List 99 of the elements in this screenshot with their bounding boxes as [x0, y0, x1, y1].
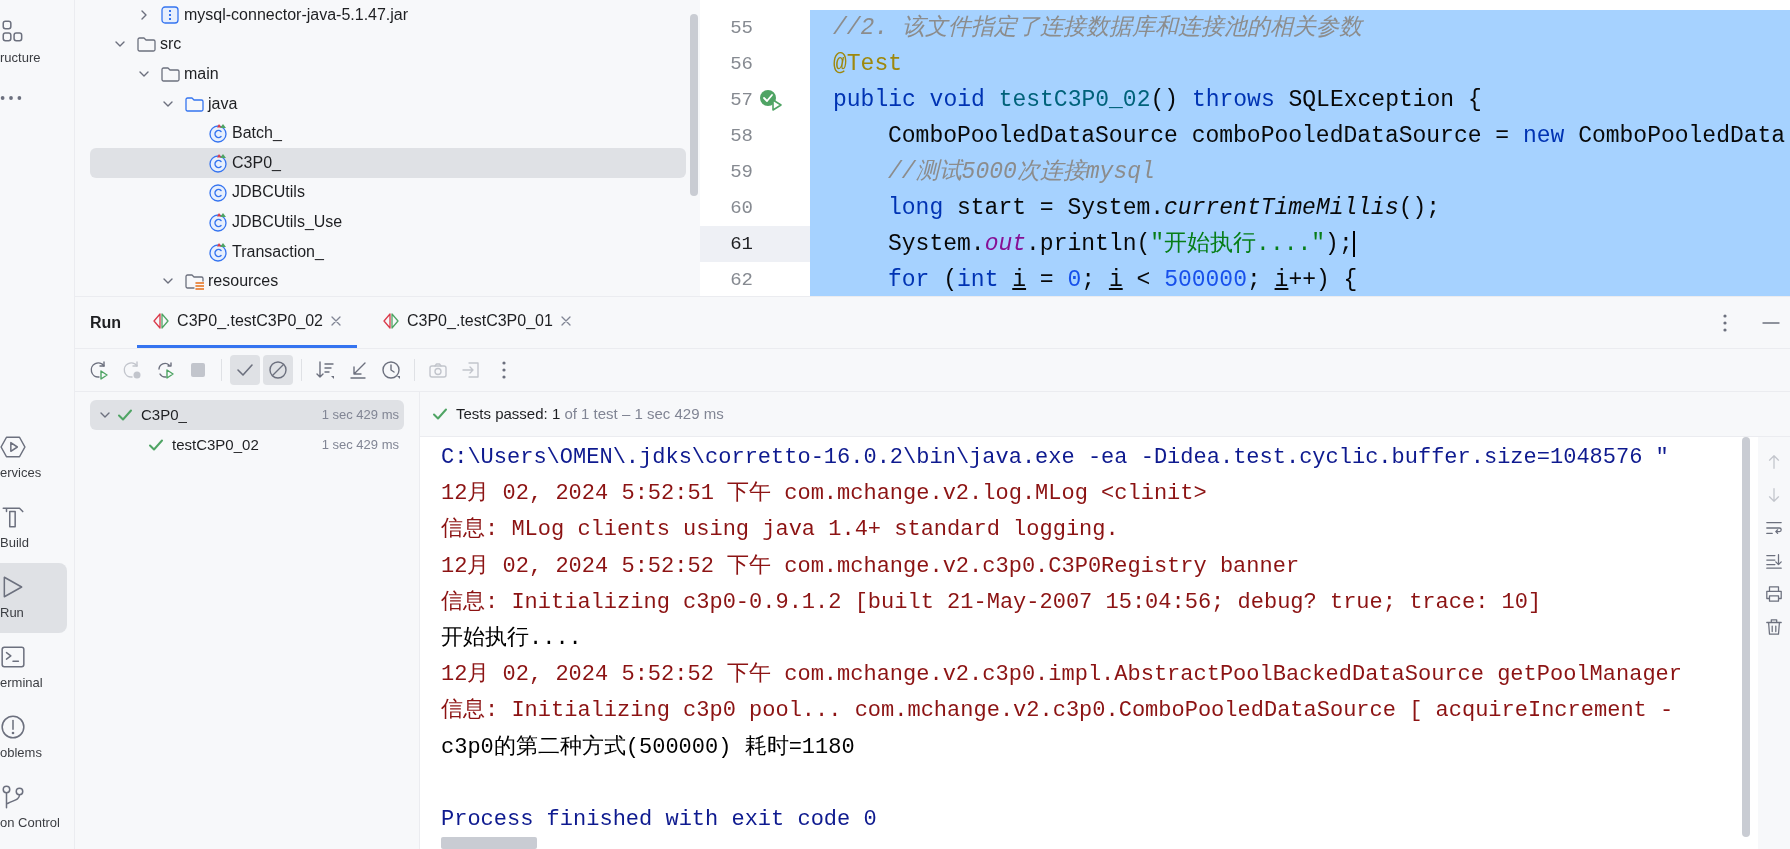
- test-tree-item[interactable]: testC3P0_02 1 sec 429 ms: [90, 430, 404, 460]
- code-line: public void testC3P0_02() throws SQLException {: [833, 85, 1482, 115]
- text-caret: [1352, 231, 1355, 257]
- console-line: c3p0的第二种方式(500000) 耗时=1180: [441, 733, 856, 762]
- scrollbar-thumb[interactable]: [441, 837, 537, 849]
- terminal-icon: [0, 643, 26, 670]
- code-line: long start = System.currentTimeMillis();: [888, 193, 1441, 223]
- export-icon: [461, 360, 481, 380]
- test-class-icon: [208, 152, 228, 173]
- minimize-icon: [1762, 320, 1780, 325]
- code-line: for (int i = 0; i < 500000; i++) {: [888, 265, 1358, 295]
- status-text: Tests passed: 1 of 1 test – 1 sec 429 ms: [456, 403, 724, 424]
- tool-window-button[interactable]: oblems: [0, 703, 67, 773]
- sort-icon: [315, 360, 335, 380]
- branch-icon: [0, 783, 26, 810]
- line-number: 59: [729, 160, 753, 185]
- tool-window-button[interactable]: ervices: [0, 423, 67, 493]
- line-number: 55: [729, 16, 753, 41]
- check-icon: [117, 407, 133, 423]
- tree-item[interactable]: Batch_: [90, 118, 686, 148]
- code-line: @Test: [833, 49, 902, 79]
- test-run-icon: [152, 312, 171, 330]
- console-line: 12月 02, 2024 5:52:52 下午 com.mchange.v2.c3p0.impl.AbstractPoolBackedDataSource getPoolManager: [441, 661, 1683, 690]
- line-number: 60: [729, 196, 753, 221]
- tree-item[interactable]: Transaction_: [90, 236, 686, 267]
- trash-icon: [1765, 618, 1783, 636]
- tree-item[interactable]: java: [90, 88, 686, 119]
- console-line: 信息: Initializing c3p0 pool... com.mchange.v2.c3p0.ComboPooledDataSource [ acquireIncrement -: [441, 697, 1675, 726]
- printer-icon: [1765, 585, 1783, 603]
- archive-icon: [160, 4, 180, 25]
- tool-window-button[interactable]: Run: [0, 563, 67, 633]
- scroll-end-icon: [1765, 552, 1783, 570]
- stop-icon: [188, 360, 208, 380]
- tree-item[interactable]: resources: [90, 266, 686, 296]
- folder-icon: [136, 34, 156, 55]
- cancel-icon: [268, 360, 288, 380]
- code-line: //测试5000次连接mysql: [888, 157, 1155, 187]
- rerun-icon: [122, 360, 142, 380]
- tree-item[interactable]: C3P0_: [90, 147, 686, 178]
- run-tab[interactable]: C3P0_.testC3P0_01: [367, 297, 587, 348]
- tree-item[interactable]: mysql-connector-java-5.1.47.jar: [90, 0, 686, 30]
- rerun-icon: [89, 360, 109, 380]
- line-number: 61: [729, 232, 753, 257]
- console-line: 12月 02, 2024 5:52:52 下午 com.mchange.v2.c3p0.C3P0Registry banner: [441, 552, 1301, 581]
- wrap-icon: [1765, 519, 1783, 537]
- folder-icon: [184, 271, 204, 292]
- class-icon: [208, 182, 228, 203]
- toolbar-button[interactable]: [230, 355, 260, 385]
- more-icon: [0, 95, 22, 101]
- check-icon: [148, 437, 164, 453]
- tool-window-button[interactable]: ructure: [0, 8, 67, 78]
- console-line: Process finished with exit code 0: [441, 805, 878, 834]
- test-class-icon: [208, 123, 228, 144]
- hexagon-play-icon: [0, 433, 26, 460]
- check-icon: [432, 406, 448, 422]
- tree-item[interactable]: src: [90, 29, 686, 60]
- close-icon: [330, 315, 342, 327]
- test-class-icon: [208, 241, 228, 262]
- more-icon: [502, 361, 506, 379]
- console-line: 信息: MLog clients using java 1.4+ standard logging.: [441, 516, 1120, 545]
- toolbar-button[interactable]: [263, 355, 293, 385]
- tool-window-button[interactable]: Build: [0, 493, 67, 563]
- passed-run-icon: [759, 89, 783, 111]
- scrollbar-thumb[interactable]: [1742, 437, 1750, 837]
- test-name: C3P0_: [141, 404, 187, 425]
- test-run-icon: [382, 312, 400, 330]
- collapse-icon: [348, 360, 368, 380]
- test-tree-item[interactable]: C3P0_ 1 sec 429 ms: [90, 400, 404, 430]
- code-line: ComboPooledDataSource comboPooledDataSource = new ComboPooledData: [888, 121, 1786, 151]
- code-line: System.out.println("开始执行....");: [888, 229, 1353, 259]
- code-line: //2. 该文件指定了连接数据库和连接池的相关参数: [833, 13, 1362, 43]
- test-name: testC3P0_02: [172, 434, 259, 455]
- tool-window-button[interactable]: on Control: [0, 773, 67, 843]
- console-line: 12月 02, 2024 5:52:51 下午 com.mchange.v2.log.MLog <clinit>: [441, 480, 1208, 509]
- test-class-icon: [208, 211, 228, 232]
- rerun-icon: [155, 360, 175, 380]
- tree-item[interactable]: main: [90, 59, 686, 89]
- alert-icon: [0, 713, 26, 740]
- run-test-button[interactable]: [759, 89, 783, 111]
- scrollbar-thumb[interactable]: [690, 14, 698, 196]
- panel-title: Run: [90, 312, 122, 333]
- line-number: 56: [729, 52, 753, 77]
- clock-icon: [381, 360, 401, 380]
- test-duration: 1 sec 429 ms: [321, 436, 399, 455]
- run-tab[interactable]: C3P0_.testC3P0_02: [137, 297, 357, 348]
- folder-icon: [160, 64, 180, 84]
- line-number: 58: [729, 124, 753, 149]
- tool-window-button[interactable]: erminal: [0, 633, 67, 703]
- tree-item[interactable]: JDBCUtils: [90, 177, 686, 208]
- console-line: 信息: Initializing c3p0-0.9.1.2 [built 21-May-2007 15:04:56; debug? true; trace: 10]: [441, 588, 1543, 617]
- close-icon: [559, 315, 572, 327]
- console-line: 开始执行....: [441, 624, 583, 653]
- test-duration: 1 sec 429 ms: [321, 406, 399, 425]
- tree-item[interactable]: JDBCUtils_Use: [90, 207, 686, 237]
- line-number: 62: [729, 268, 753, 293]
- camera-icon: [428, 360, 448, 380]
- more-icon: [1722, 312, 1728, 333]
- console-line: C:\Users\OMEN\.jdks\corretto-16.0.2\bin\java.exe -ea -Didea.test.cyclic.buffer.size=1048576 ": [441, 444, 1670, 472]
- line-number: 57: [729, 88, 753, 113]
